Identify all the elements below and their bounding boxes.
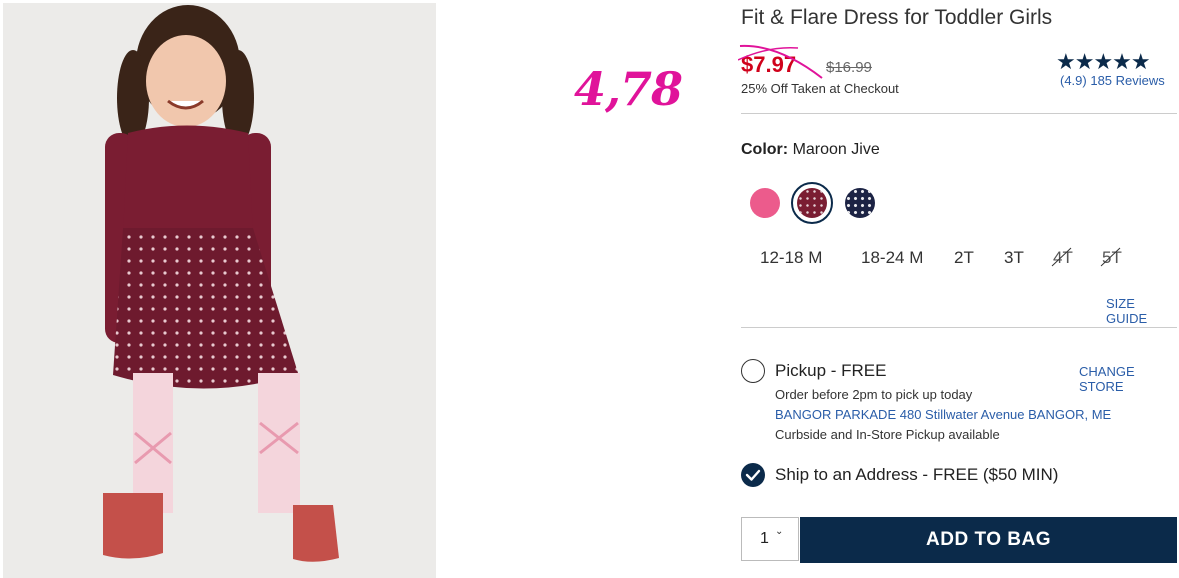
- reviews-link[interactable]: (4.9) 185 Reviews: [1060, 73, 1165, 88]
- quantity-value: 1: [760, 530, 769, 547]
- divider: [741, 327, 1177, 328]
- quantity-select[interactable]: [741, 517, 799, 561]
- size-option-unavailable[interactable]: 4T: [1051, 247, 1073, 268]
- size-guide-link[interactable]: SIZE GUIDE: [1106, 296, 1179, 326]
- toddler-dress-photo: [3, 3, 436, 578]
- size-option-unavailable[interactable]: 5T: [1100, 247, 1122, 268]
- price-strike-annotation: [738, 44, 823, 79]
- selected-color-name: Maroon Jive: [792, 141, 880, 158]
- size-option[interactable]: 18-24 M: [861, 248, 923, 268]
- size-option[interactable]: 12-18 M: [760, 248, 822, 268]
- store-address-link[interactable]: BANGOR PARKADE 480 Stillwater Avenue BAN…: [775, 407, 1111, 422]
- swatch-navy-print[interactable]: [845, 188, 875, 218]
- strikethrough-icon: [1100, 247, 1121, 267]
- curbside-note: Curbside and In-Store Pickup available: [775, 427, 1000, 442]
- promo-text: 25% Off Taken at Checkout: [741, 81, 899, 96]
- rating-stars[interactable]: ★★★★★: [1056, 50, 1151, 74]
- add-to-bag-button[interactable]: ADD TO BAG: [800, 517, 1177, 563]
- size-option[interactable]: 2T: [954, 248, 974, 268]
- divider: [741, 113, 1177, 114]
- product-image[interactable]: [3, 3, 436, 578]
- color-label: Color:: [741, 141, 789, 158]
- pickup-radio[interactable]: [741, 359, 765, 383]
- ship-radio-checked[interactable]: [741, 463, 765, 487]
- handwritten-price-annotation: 4,78: [574, 62, 683, 116]
- change-store-link[interactable]: CHANGE STORE: [1079, 364, 1179, 394]
- pickup-label[interactable]: Pickup - FREE: [775, 361, 886, 381]
- chevron-down-icon: ⌄: [775, 526, 784, 537]
- pickup-note: Order before 2pm to pick up today: [775, 387, 973, 402]
- swatch-maroon-jive[interactable]: [797, 188, 827, 218]
- color-label-row: Color: Maroon Jive: [741, 141, 880, 159]
- product-title: Fit & Flare Dress for Toddler Girls: [741, 6, 1053, 29]
- original-price: $16.99: [826, 59, 872, 76]
- strikethrough-icon: [1051, 247, 1072, 267]
- checkmark-icon: [745, 469, 761, 481]
- ship-label[interactable]: Ship to an Address - FREE ($50 MIN): [775, 465, 1058, 485]
- swatch-pink[interactable]: [750, 188, 780, 218]
- size-option[interactable]: 3T: [1004, 248, 1024, 268]
